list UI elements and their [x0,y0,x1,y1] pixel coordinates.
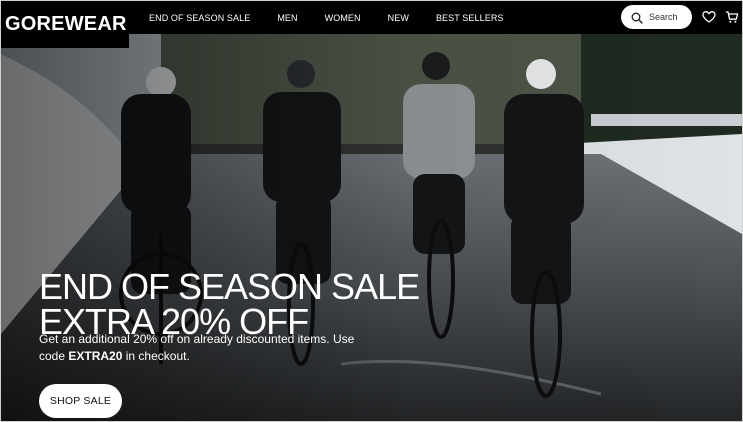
nav-men[interactable]: MEN [277,13,297,23]
search-button[interactable]: Search [621,5,692,29]
nav-end-of-season-sale[interactable]: END OF SEASON SALE [149,13,250,23]
hero-subtitle-suffix: in checkout. [125,349,190,363]
hero-banner: END OF SEASON SALE EXTRA 20% OFF Get an … [1,34,742,421]
main-nav: END OF SEASON SALE MEN WOMEN NEW BEST SE… [149,1,504,34]
logo-container[interactable]: GOREWEAR [1,1,129,48]
promo-code: EXTRA20 [68,349,123,363]
gorewear-logo: GOREWEAR [5,12,127,35]
nav-best-sellers[interactable]: BEST SELLERS [436,13,504,23]
wishlist-heart-icon[interactable] [702,10,716,24]
nav-women[interactable]: WOMEN [325,13,361,23]
hero-title-line1: END OF SEASON SALE [39,266,420,308]
shop-sale-button[interactable]: SHOP SALE [39,384,122,418]
cart-icon[interactable] [725,10,739,24]
hero-title: END OF SEASON SALE EXTRA 20% OFF [39,266,420,340]
browser-viewport: END OF SEASON SALE MEN WOMEN NEW BEST SE… [0,0,743,422]
nav-new[interactable]: NEW [388,13,409,23]
search-icon [631,11,643,24]
search-label: Search [649,12,678,22]
hero-subtitle: Get an additional 20% off on already dis… [39,331,359,365]
